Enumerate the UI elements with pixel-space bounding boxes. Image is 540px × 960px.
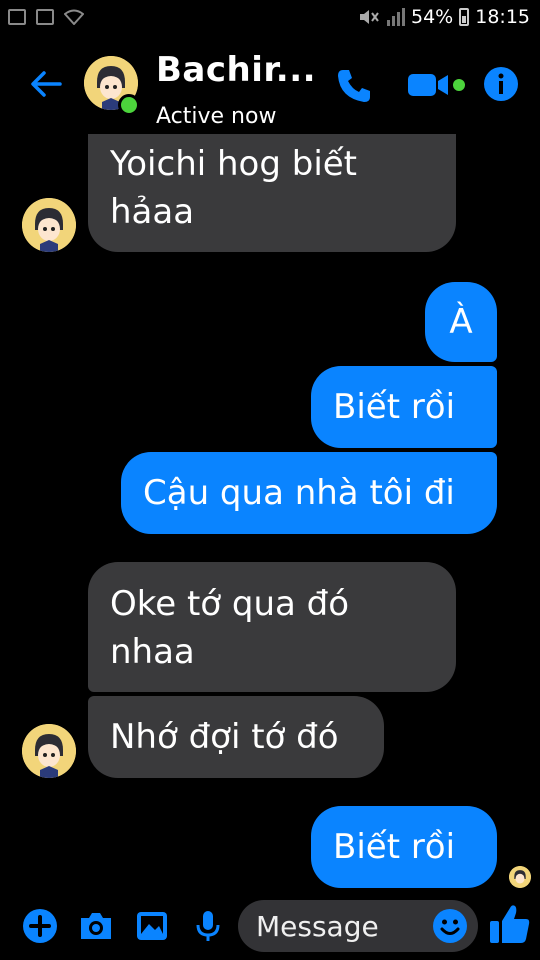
contact-avatar[interactable] bbox=[22, 198, 76, 252]
mic-icon[interactable] bbox=[190, 908, 226, 944]
flipboard-notification-icon bbox=[36, 9, 54, 25]
message-bubble-outgoing[interactable]: Cậu qua nhà tôi đi bbox=[121, 452, 497, 534]
contact-avatar[interactable] bbox=[22, 724, 76, 778]
video-active-dot bbox=[453, 79, 465, 91]
battery-percent: 54% bbox=[411, 6, 454, 28]
info-icon[interactable] bbox=[483, 66, 519, 102]
camera-icon[interactable] bbox=[78, 908, 114, 944]
contact-name[interactable]: Bachir... bbox=[156, 50, 316, 90]
message-bubble-incoming[interactable]: Oke tớ qua đó nhaa bbox=[88, 562, 456, 692]
composer-bar bbox=[0, 896, 540, 960]
anime-avatar-icon bbox=[22, 198, 76, 252]
wifi-icon bbox=[64, 9, 84, 25]
message-bubble-outgoing[interactable]: À bbox=[425, 282, 497, 362]
message-bubble-outgoing[interactable]: Biết rồi bbox=[311, 366, 497, 448]
back-arrow-icon[interactable] bbox=[28, 66, 64, 102]
status-notifications bbox=[8, 9, 84, 25]
active-status: Active now bbox=[156, 104, 277, 129]
status-indicators: 54% 18:15 bbox=[357, 6, 530, 28]
gallery-icon[interactable] bbox=[134, 908, 170, 944]
conversation-header: Bachir... Active now bbox=[0, 38, 540, 134]
anime-avatar-icon bbox=[22, 724, 76, 778]
message-bubble-incoming[interactable]: Nhớ đợi tớ đó bbox=[88, 696, 384, 778]
phone-icon[interactable] bbox=[334, 66, 374, 106]
signal-icon bbox=[387, 8, 405, 26]
battery-icon bbox=[459, 8, 470, 26]
message-bubble-outgoing[interactable]: Biết rồi bbox=[311, 806, 497, 888]
clock: 18:15 bbox=[475, 6, 530, 28]
plus-icon[interactable] bbox=[22, 908, 58, 944]
gallery-notification-icon bbox=[8, 9, 26, 25]
emoji-icon[interactable] bbox=[432, 908, 468, 944]
thumbs-up-icon[interactable] bbox=[488, 902, 532, 946]
video-call-icon[interactable] bbox=[406, 66, 456, 102]
status-bar: 54% 18:15 bbox=[0, 0, 540, 38]
seen-avatar-icon bbox=[509, 866, 531, 888]
message-bubble-incoming[interactable]: Yoichi hog biết hảaa bbox=[88, 118, 456, 252]
online-status-dot bbox=[118, 94, 140, 116]
mute-icon bbox=[360, 10, 379, 24]
